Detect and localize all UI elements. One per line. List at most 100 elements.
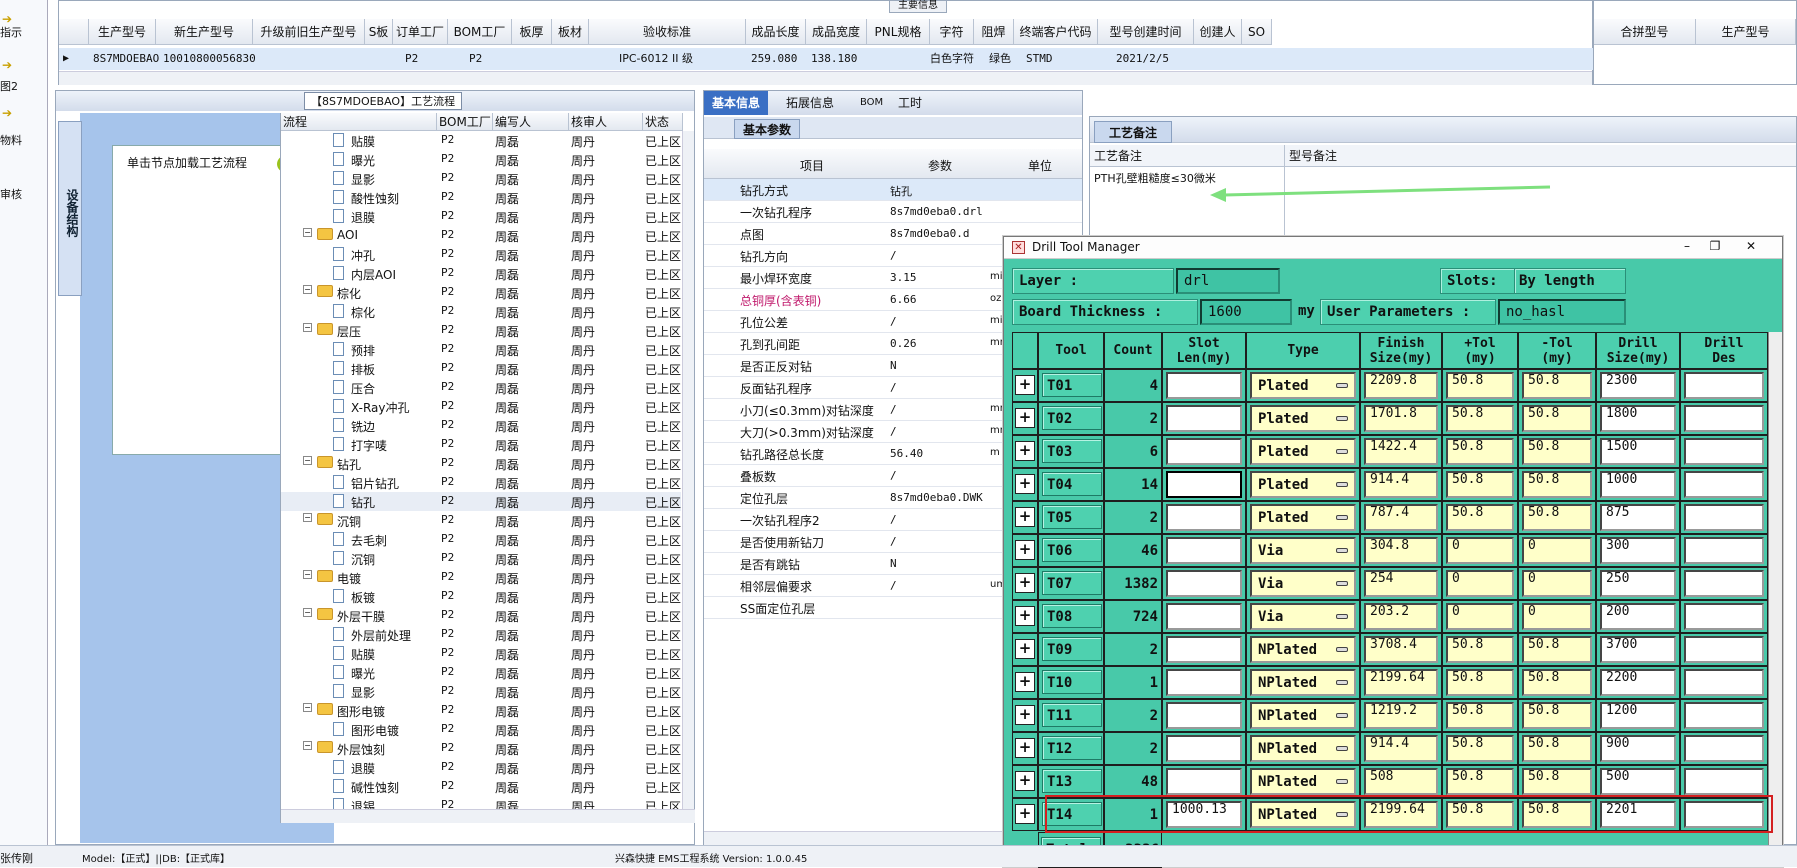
column-header[interactable]: 参数 bbox=[928, 157, 952, 174]
type-select[interactable]: Plated bbox=[1250, 405, 1356, 432]
finish-size-input[interactable]: 914.4 bbox=[1364, 471, 1438, 498]
tree-row[interactable]: − AOI P2 周磊 周丹 已上区 bbox=[281, 226, 681, 245]
minus-tol-input[interactable]: 50.8 bbox=[1522, 372, 1592, 399]
drill-des-input[interactable] bbox=[1684, 735, 1764, 762]
finish-size-input[interactable]: 1422.4 bbox=[1364, 438, 1438, 465]
expand-plus-icon[interactable]: + bbox=[1015, 441, 1035, 461]
tree-row[interactable]: 排板 P2 周磊 周丹 已上区 bbox=[281, 359, 681, 378]
column-header[interactable]: 生产型号 bbox=[1696, 19, 1796, 45]
column-header[interactable]: 终端客户代码 bbox=[1014, 19, 1098, 45]
column-header[interactable]: BOM工厂 bbox=[437, 113, 493, 131]
tree-row[interactable]: 曝光 P2 周磊 周丹 已上区 bbox=[281, 663, 681, 682]
tree-row[interactable]: 预排 P2 周磊 周丹 已上区 bbox=[281, 340, 681, 359]
minimize-icon[interactable]: – bbox=[1676, 239, 1698, 255]
tree-row[interactable]: 显影 P2 周磊 周丹 已上区 bbox=[281, 169, 681, 188]
expand-plus-icon[interactable]: + bbox=[1015, 375, 1035, 395]
slot-length-input[interactable] bbox=[1166, 438, 1242, 465]
slot-length-input[interactable] bbox=[1166, 603, 1242, 630]
plus-tol-input[interactable]: 50.8 bbox=[1446, 405, 1514, 432]
drill-size-input[interactable]: 1500 bbox=[1600, 438, 1676, 465]
tab-basic-info[interactable]: 基本信息 bbox=[704, 91, 769, 115]
nav-item[interactable]: 物料 bbox=[0, 132, 22, 148]
nav-item[interactable]: 指示 bbox=[0, 24, 22, 40]
tree-row[interactable]: − 外层蚀刻 P2 周磊 周丹 已上区 bbox=[281, 739, 681, 758]
tree-row[interactable]: 内层AOI P2 周磊 周丹 已上区 bbox=[281, 264, 681, 283]
tree-row[interactable]: 冲孔 P2 周磊 周丹 已上区 bbox=[281, 245, 681, 264]
expand-plus-icon[interactable]: + bbox=[1015, 804, 1035, 824]
tree-row[interactable]: 铝片钻孔 P2 周磊 周丹 已上区 bbox=[281, 473, 681, 492]
plus-tol-input[interactable]: 0 bbox=[1446, 537, 1514, 564]
drill-des-input[interactable] bbox=[1684, 603, 1764, 630]
grid-vscroll[interactable] bbox=[1768, 332, 1782, 867]
param-row[interactable]: 一次钻孔程序 8s7md0eba0.drl bbox=[704, 201, 1082, 223]
finish-size-input[interactable]: 3708.4 bbox=[1364, 636, 1438, 663]
expand-plus-icon[interactable]: + bbox=[1015, 672, 1035, 692]
drill-des-input[interactable] bbox=[1684, 405, 1764, 432]
restore-icon[interactable]: ❐ bbox=[1704, 239, 1726, 255]
tree-row[interactable]: 压合 P2 周磊 周丹 已上区 bbox=[281, 378, 681, 397]
collapse-icon[interactable]: − bbox=[303, 323, 312, 332]
slot-length-input[interactable] bbox=[1166, 636, 1242, 663]
type-select[interactable]: Plated bbox=[1250, 438, 1356, 465]
slot-length-input[interactable] bbox=[1166, 504, 1242, 531]
tree-row[interactable]: 显影 P2 周磊 周丹 已上区 bbox=[281, 682, 681, 701]
finish-size-input[interactable]: 2209.8 bbox=[1364, 372, 1438, 399]
tree-vertical-scrollbar[interactable] bbox=[682, 131, 694, 821]
drill-size-input[interactable]: 2300 bbox=[1600, 372, 1676, 399]
tree-row[interactable]: 退膜 P2 周磊 周丹 已上区 bbox=[281, 758, 681, 777]
drill-size-input[interactable]: 875 bbox=[1600, 504, 1676, 531]
column-header[interactable]: 升级前旧生产型号 bbox=[253, 19, 365, 45]
column-header[interactable]: 阻焊 bbox=[974, 19, 1014, 45]
collapse-icon[interactable]: − bbox=[303, 456, 312, 465]
tree-row[interactable]: 曝光 P2 周磊 周丹 已上区 bbox=[281, 150, 681, 169]
drill-des-input[interactable] bbox=[1684, 636, 1764, 663]
drill-size-input[interactable]: 1000 bbox=[1600, 471, 1676, 498]
tab-bom[interactable]: BOM bbox=[852, 91, 891, 115]
type-select[interactable]: Via bbox=[1250, 570, 1356, 597]
plus-tol-input[interactable]: 50.8 bbox=[1446, 669, 1514, 696]
tree-row[interactable]: − 电镀 P2 周磊 周丹 已上区 bbox=[281, 568, 681, 587]
tree-row[interactable]: 外层前处理 P2 周磊 周丹 已上区 bbox=[281, 625, 681, 644]
nav-item[interactable]: 审核 bbox=[0, 186, 22, 202]
finish-size-input[interactable]: 304.8 bbox=[1364, 537, 1438, 564]
finish-size-input[interactable]: 203.2 bbox=[1364, 603, 1438, 630]
slot-length-input[interactable] bbox=[1166, 537, 1242, 564]
tab-extended-info[interactable]: 拓展信息 bbox=[778, 91, 842, 115]
drill-size-input[interactable]: 250 bbox=[1600, 570, 1676, 597]
minus-tol-input[interactable]: 50.8 bbox=[1522, 438, 1592, 465]
drill-des-input[interactable] bbox=[1684, 768, 1764, 795]
finish-size-input[interactable]: 254 bbox=[1364, 570, 1438, 597]
slot-length-input[interactable] bbox=[1166, 405, 1242, 432]
column-header[interactable]: 核审人 bbox=[569, 113, 643, 131]
drill-des-input[interactable] bbox=[1684, 537, 1764, 564]
nav-item[interactable]: 图2 bbox=[0, 78, 18, 94]
type-select[interactable]: Plated bbox=[1250, 372, 1356, 399]
tree-row[interactable]: 钻孔 P2 周磊 周丹 已上区 bbox=[281, 492, 681, 511]
column-header[interactable]: 订单工厂 bbox=[393, 19, 448, 45]
minus-tol-input[interactable]: 50.8 bbox=[1522, 702, 1592, 729]
tree-row[interactable]: 去毛刺 P2 周磊 周丹 已上区 bbox=[281, 530, 681, 549]
column-header[interactable]: 新生产型号 bbox=[156, 19, 253, 45]
type-select[interactable]: Via bbox=[1250, 537, 1356, 564]
column-header[interactable]: 板材 bbox=[552, 19, 589, 45]
drill-size-input[interactable]: 1200 bbox=[1600, 702, 1676, 729]
slot-length-input[interactable] bbox=[1166, 768, 1242, 795]
plus-tol-input[interactable]: 50.8 bbox=[1446, 636, 1514, 663]
param-row[interactable]: 钻孔方式 钻孔 bbox=[704, 179, 1082, 201]
user-params-input[interactable]: no_hasl bbox=[1498, 299, 1626, 325]
tree-row[interactable]: 沉铜 P2 周磊 周丹 已上区 bbox=[281, 549, 681, 568]
tab-hours[interactable]: 工时 bbox=[890, 91, 930, 115]
drill-size-input[interactable]: 200 bbox=[1600, 603, 1676, 630]
minus-tol-input[interactable]: 50.8 bbox=[1522, 669, 1592, 696]
tree-row[interactable]: 酸性蚀刻 P2 周磊 周丹 已上区 bbox=[281, 188, 681, 207]
column-header[interactable]: 工艺备注 bbox=[1090, 145, 1285, 167]
collapse-icon[interactable]: − bbox=[303, 741, 312, 750]
tree-row[interactable]: − 层压 P2 周磊 周丹 已上区 bbox=[281, 321, 681, 340]
drill-des-input[interactable] bbox=[1684, 570, 1764, 597]
expand-plus-icon[interactable]: + bbox=[1015, 705, 1035, 725]
drill-size-input[interactable]: 300 bbox=[1600, 537, 1676, 564]
drill-des-input[interactable] bbox=[1684, 504, 1764, 531]
expand-plus-icon[interactable]: + bbox=[1015, 540, 1035, 560]
expand-plus-icon[interactable]: + bbox=[1015, 606, 1035, 626]
tree-row[interactable]: 铣边 P2 周磊 周丹 已上区 bbox=[281, 416, 681, 435]
